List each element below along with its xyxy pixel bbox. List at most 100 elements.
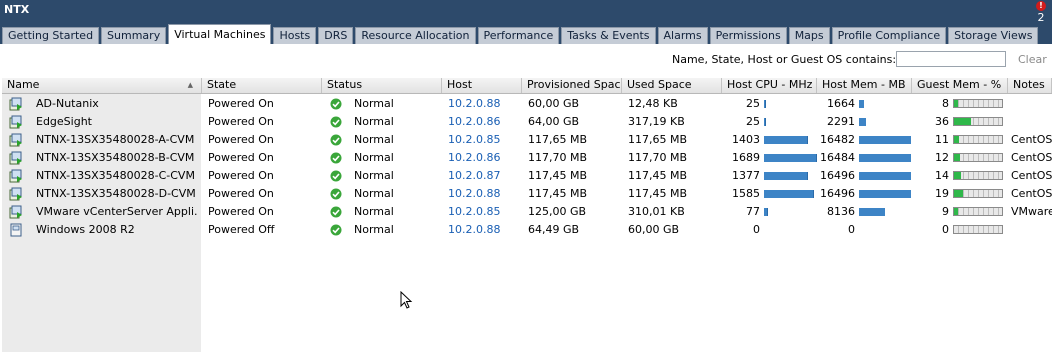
vm-state: Powered Off: [208, 223, 275, 236]
column-header-host[interactable]: Host: [442, 78, 522, 93]
guest-mem-bar: [953, 171, 1003, 180]
host-link[interactable]: 10.2.0.86: [448, 149, 518, 167]
tab-performance[interactable]: Performance: [477, 27, 560, 44]
tab-resource-allocation[interactable]: Resource Allocation: [355, 27, 476, 44]
host-mem-bar: [859, 190, 911, 198]
title-bar: NTX ! 2 Getting Started Summary Virtual Ma…: [0, 0, 1052, 44]
vm-state: Powered On: [208, 151, 274, 164]
tab-virtual-machines[interactable]: Virtual Machines: [168, 24, 272, 44]
tab-drs[interactable]: DRS: [318, 27, 354, 44]
vm-powered-on-icon: [9, 133, 22, 147]
host-mem-bar: [859, 118, 866, 126]
column-header-used-space[interactable]: Used Space: [622, 78, 722, 93]
vm-name: NTNX-13SX35480028-D-CVM: [36, 187, 196, 200]
guest-mem-bar: [953, 135, 1003, 144]
host-cpu-bar: [764, 118, 766, 126]
tab-getting-started[interactable]: Getting Started: [2, 27, 100, 44]
guest-mem-value: 12: [935, 151, 949, 164]
guest-mem-value: 36: [935, 115, 949, 128]
tab-storage-views[interactable]: Storage Views: [948, 27, 1039, 44]
vm-status: Normal: [354, 133, 394, 146]
column-header-state[interactable]: State: [202, 78, 322, 93]
table-row[interactable]: NTNX-13SX35480028-D-CVM Powered On Normal 1…: [2, 185, 1052, 203]
guest-mem-value: 19: [935, 187, 949, 200]
column-header-provisioned-space[interactable]: Provisioned Space: [522, 78, 622, 93]
table-header: Name ▲ State Status Host Provisioned Space Use…: [2, 78, 1052, 94]
vm-notes: [1011, 95, 1052, 113]
status-normal-icon: [330, 170, 342, 182]
guest-mem-fill: [954, 100, 958, 107]
vm-powered-on-icon: [9, 97, 22, 111]
table-row[interactable]: NTNX-13SX35480028-A-CVM Powered On Normal 1…: [2, 131, 1052, 149]
guest-mem-fill: [954, 118, 971, 125]
filter-input[interactable]: [896, 51, 1006, 67]
table-row[interactable]: NTNX-13SX35480028-B-CVM Powered On Normal 1…: [2, 149, 1052, 167]
table-row[interactable]: EdgeSight Powered On Normal 10.2.0.86 64,00 …: [2, 113, 1052, 131]
tab-permissions[interactable]: Permissions: [709, 27, 787, 44]
vm-powered-on-icon: [9, 205, 22, 219]
tab-maps[interactable]: Maps: [788, 27, 830, 44]
column-header-notes[interactable]: Notes: [1008, 78, 1052, 93]
status-normal-icon: [330, 206, 342, 218]
host-cpu-bar: [764, 172, 808, 180]
host-link[interactable]: 10.2.0.88: [448, 221, 518, 239]
column-header-label: Notes: [1013, 78, 1045, 91]
column-header-name[interactable]: Name ▲: [2, 78, 202, 93]
guest-mem-bar: [953, 99, 1003, 108]
host-link[interactable]: 10.2.0.85: [448, 203, 518, 221]
provisioned-space: 117,45 MB: [528, 169, 588, 182]
host-link[interactable]: 10.2.0.85: [448, 131, 518, 149]
tab-tasks-events[interactable]: Tasks & Events: [561, 27, 656, 44]
host-mem-value: 16484: [820, 151, 855, 164]
used-space: 117,70 MB: [628, 151, 688, 164]
guest-mem-fill: [954, 190, 963, 197]
column-header-host-cpu-mhz[interactable]: Host CPU - MHz: [722, 78, 817, 93]
mouse-cursor-icon: [400, 291, 413, 309]
column-header-label: State: [207, 78, 237, 91]
host-mem-bar: [859, 208, 885, 216]
host-link[interactable]: 10.2.0.87: [448, 167, 518, 185]
host-mem-value: 16496: [820, 169, 855, 182]
vm-state: Powered On: [208, 187, 274, 200]
tab-alarms[interactable]: Alarms: [657, 27, 708, 44]
column-header-status[interactable]: Status: [322, 78, 442, 93]
guest-mem-value: 9: [942, 205, 949, 218]
tab-summary[interactable]: Summary: [101, 27, 167, 44]
vm-notes: CentOS: [1011, 169, 1052, 182]
used-space: 310,01 KB: [628, 205, 685, 218]
used-space: 317,19 KB: [628, 115, 685, 128]
host-cpu-value: 0: [753, 223, 760, 236]
vm-name: AD-Nutanix: [36, 97, 99, 110]
alarm-indicator[interactable]: ! 2: [1034, 1, 1048, 24]
provisioned-space: 117,70 MB: [528, 151, 588, 164]
vm-state: Powered On: [208, 97, 274, 110]
status-normal-icon: [330, 152, 342, 164]
guest-mem-bar: [953, 207, 1003, 216]
provisioned-space: 64,49 GB: [528, 223, 580, 236]
column-header-guest-mem[interactable]: Guest Mem - %: [912, 78, 1008, 93]
alarm-icon: !: [1036, 1, 1046, 11]
host-cpu-value: 25: [746, 115, 760, 128]
vm-name: EdgeSight: [36, 115, 92, 128]
clear-button[interactable]: Clear: [1018, 53, 1047, 66]
table-row[interactable]: AD-Nutanix Powered On Normal 10.2.0.88 60,00…: [2, 95, 1052, 113]
host-mem-value: 16482: [820, 133, 855, 146]
tab-hosts[interactable]: Hosts: [273, 27, 317, 44]
column-header-label: Host CPU - MHz: [727, 78, 813, 91]
provisioned-space: 64,00 GB: [528, 115, 580, 128]
column-header-label: Host Mem - MB: [822, 78, 906, 91]
host-cpu-value: 77: [746, 205, 760, 218]
host-link[interactable]: 10.2.0.88: [448, 185, 518, 203]
table-row[interactable]: NTNX-13SX35480028-C-CVM Powered On Normal 1…: [2, 167, 1052, 185]
guest-mem-value: 0: [942, 223, 949, 236]
tab-profile-compliance[interactable]: Profile Compliance: [831, 27, 947, 44]
vm-name: VMware vCenterServer Appli...: [36, 205, 198, 218]
guest-mem-value: 11: [935, 133, 949, 146]
guest-mem-fill: [954, 154, 960, 161]
host-link[interactable]: 10.2.0.86: [448, 113, 518, 131]
filter-dropdown[interactable]: Name, State, Host or Guest OS contains:▼: [672, 53, 904, 66]
column-header-host-mem-mb[interactable]: Host Mem - MB: [817, 78, 912, 93]
table-row[interactable]: VMware vCenterServer Appli... Powered On N…: [2, 203, 1052, 221]
table-row[interactable]: Windows 2008 R2 Powered Off Normal 10.2.0.8…: [2, 221, 1052, 239]
host-link[interactable]: 10.2.0.88: [448, 95, 518, 113]
